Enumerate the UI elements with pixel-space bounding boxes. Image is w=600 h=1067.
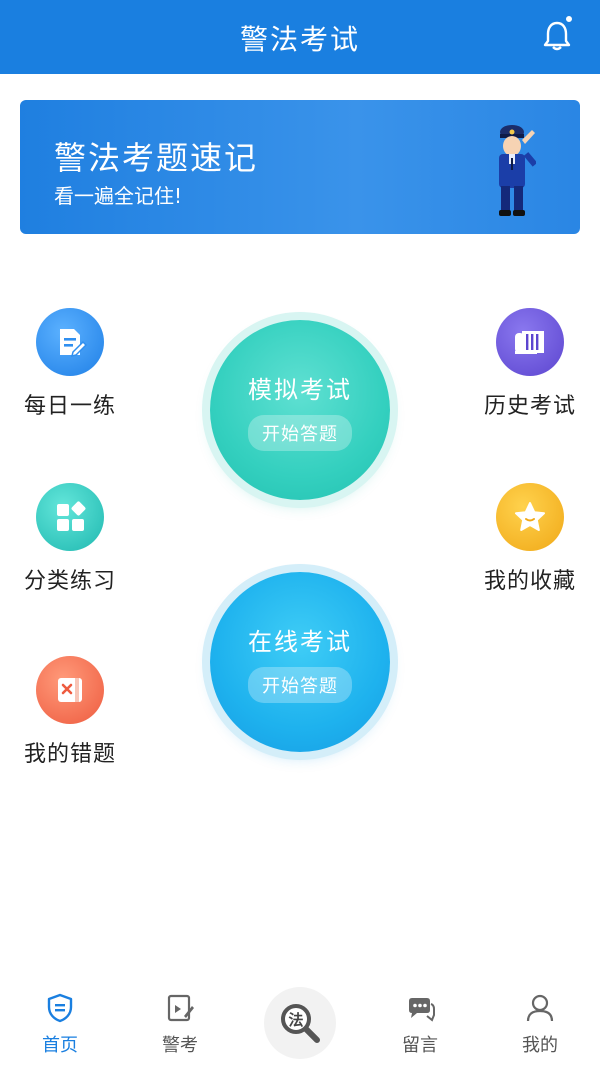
notification-dot [564, 14, 574, 24]
wrong-questions-item[interactable]: 我的错题 [0, 656, 140, 768]
tab-exam[interactable]: 警考 [140, 993, 220, 1057]
law-search-button[interactable]: 法 [264, 987, 336, 1059]
promo-banner[interactable]: 警法考题速记 看一遍全记住! [20, 100, 580, 234]
history-scroll-icon [496, 308, 564, 376]
banner-title: 警法考题速记 [54, 139, 259, 177]
app-title: 警法考试 [239, 23, 360, 56]
tab-profile[interactable]: 我的 [500, 993, 580, 1057]
notification-bell-icon[interactable] [542, 20, 572, 52]
mock-exam-title: 模拟考试 [248, 375, 352, 404]
daily-practice-item[interactable]: 每日一练 [0, 308, 140, 420]
tab-home-label: 首页 [42, 1035, 78, 1056]
tab-messages-label: 留言 [402, 1035, 438, 1056]
message-icon [409, 998, 435, 1022]
online-exam-button[interactable]: 在线考试 开始答题 [210, 572, 390, 752]
police-officer-illustration [499, 125, 536, 216]
star-icon [496, 483, 564, 551]
profile-icon [526, 994, 554, 1022]
law-search-icon: 法 [281, 1004, 320, 1043]
online-exam-start: 开始答题 [248, 666, 352, 703]
bottom-tab-bar: 首页 警考 法 留言 我的 [0, 985, 600, 1067]
tab-home[interactable]: 首页 [20, 993, 100, 1057]
wrong-questions-label: 我的错题 [23, 742, 116, 767]
mock-exam-button[interactable]: 模拟考试 开始答题 [210, 320, 390, 500]
online-exam-title: 在线考试 [248, 627, 352, 656]
mock-exam-start: 开始答题 [248, 414, 352, 451]
law-glyph: 法 [288, 1011, 303, 1029]
category-grid-icon [36, 483, 104, 551]
app-header: 警法考试 [0, 0, 600, 74]
history-exam-item[interactable]: 历史考试 [460, 308, 600, 420]
document-edit-icon [36, 308, 104, 376]
tab-exam-label: 警考 [162, 1035, 198, 1056]
exam-edit-icon [167, 994, 194, 1022]
category-practice-label: 分类练习 [23, 569, 116, 594]
daily-practice-label: 每日一练 [23, 394, 116, 419]
my-favorites-item[interactable]: 我的收藏 [460, 483, 600, 595]
wrong-answers-icon [36, 656, 104, 724]
home-shield-icon [47, 993, 73, 1023]
banner-subtitle: 看一遍全记住! [54, 184, 183, 208]
category-practice-item[interactable]: 分类练习 [0, 483, 140, 595]
tab-messages[interactable]: 留言 [380, 993, 460, 1057]
tab-profile-label: 我的 [522, 1035, 558, 1056]
history-exam-label: 历史考试 [483, 394, 576, 419]
my-favorites-label: 我的收藏 [483, 569, 576, 594]
